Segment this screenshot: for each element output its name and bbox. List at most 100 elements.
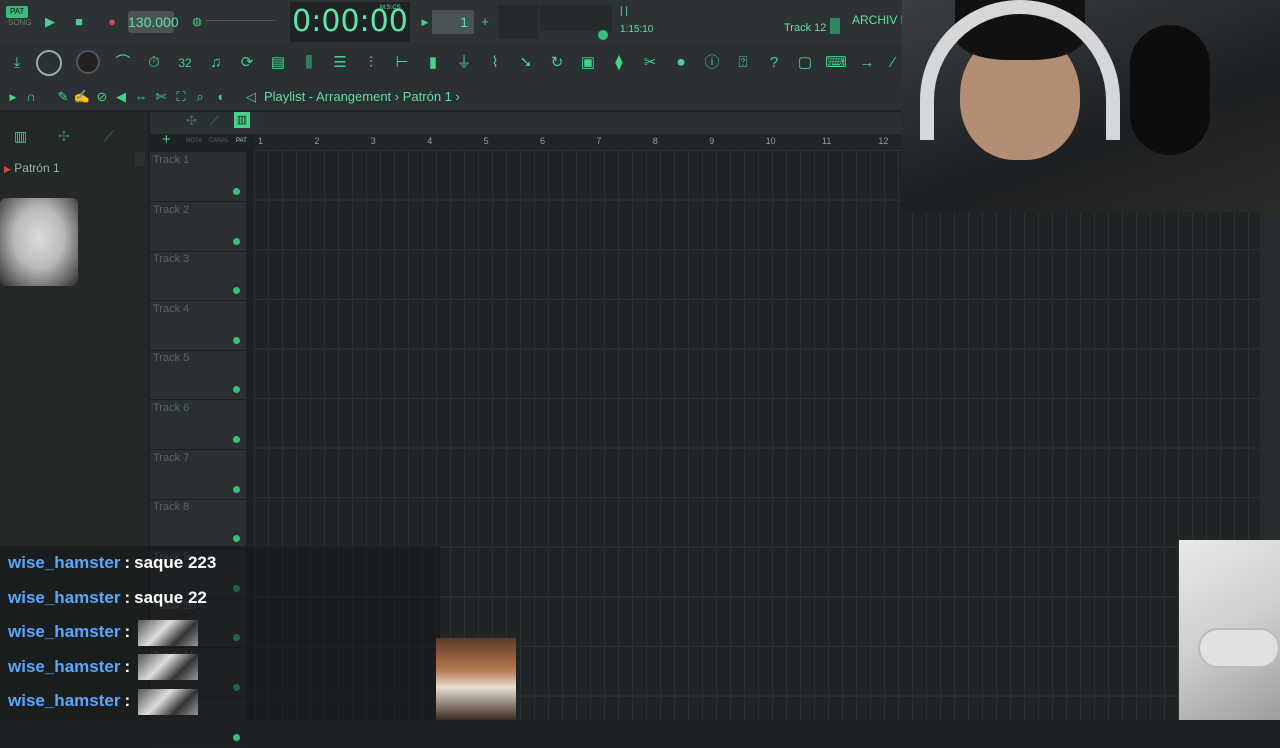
breadcrumb-root[interactable]: Playlist - Arrangement: [264, 89, 391, 104]
playlist-icon[interactable]: ▤: [267, 52, 289, 74]
counter-icon[interactable]: 32: [174, 52, 196, 74]
ruler-bar-number: 11: [822, 136, 832, 146]
scroll-left-icon[interactable]: ‹: [258, 114, 261, 125]
refresh-icon[interactable]: ↻: [546, 52, 568, 74]
breadcrumb-item[interactable]: Patrón 1: [403, 89, 452, 104]
stop-button[interactable]: ■: [68, 11, 90, 33]
master-pitch-knob[interactable]: ◍: [186, 11, 208, 33]
pat-tab[interactable]: PAT: [236, 138, 247, 144]
broom-icon[interactable]: ⌇: [484, 52, 506, 74]
download-icon[interactable]: ⤓: [6, 52, 28, 74]
track-mute-led-icon[interactable]: [233, 386, 240, 394]
playback-icon[interactable]: ◖: [211, 88, 229, 106]
pattern-selector[interactable]: 1: [432, 10, 474, 34]
canal-tab[interactable]: CANAL: [209, 138, 229, 144]
audio-tab-icon[interactable]: ✣: [58, 128, 70, 145]
chat-message: wise_hamster:: [8, 652, 199, 682]
question-icon[interactable]: ?: [763, 52, 785, 74]
nota-tab[interactable]: NOTA: [186, 138, 202, 144]
piano-icon[interactable]: ♫: [205, 52, 227, 74]
track-label: Track 12: [784, 22, 827, 34]
pattern-list-item[interactable]: ▶ Patrón 1: [4, 161, 60, 175]
song-label[interactable]: SONG: [6, 18, 32, 27]
delete-icon[interactable]: ⊘: [93, 88, 111, 106]
master-volume-knob[interactable]: [36, 50, 62, 76]
mic-icon[interactable]: ⏺: [670, 52, 692, 74]
track-mute-led-icon[interactable]: [233, 336, 240, 344]
track-name: Track 1: [153, 154, 190, 166]
track-header[interactable]: Track 4: [150, 301, 246, 351]
arrow-right-icon[interactable]: →: [856, 52, 878, 74]
track-header[interactable]: Track 3: [150, 251, 246, 302]
track-mute-led-icon[interactable]: [233, 485, 240, 493]
play-button[interactable]: ▶: [39, 11, 61, 33]
track-mute-led-icon[interactable]: [233, 287, 240, 295]
magnet-icon[interactable]: ∩: [22, 88, 40, 106]
pat-song-toggle[interactable]: PAT SONG: [6, 6, 34, 36]
slice-icon[interactable]: ✄: [152, 88, 170, 106]
keyboard-icon[interactable]: ⌨: [825, 52, 847, 74]
master-volume-slider[interactable]: [206, 20, 276, 21]
track-mute-led-icon[interactable]: [233, 733, 240, 741]
channel-rack-icon[interactable]: ☰: [329, 52, 351, 74]
track-mute-led-icon[interactable]: [233, 535, 240, 543]
plug-icon[interactable]: ⏚: [453, 52, 475, 74]
pat-label[interactable]: PAT: [6, 6, 29, 18]
track-mute-led-icon[interactable]: [233, 237, 240, 245]
automation-tab-icon[interactable]: ⟋: [104, 128, 114, 145]
chat-emote-image: [138, 688, 199, 715]
snap-icon[interactable]: ⌒: [112, 52, 134, 74]
chat-emote-image: [138, 619, 199, 646]
info-icon[interactable]: ⓘ: [701, 52, 723, 74]
tempo-display[interactable]: 130.000: [128, 11, 179, 33]
save-icon[interactable]: ▣: [577, 52, 599, 74]
mixer-icon[interactable]: ⫼: [298, 52, 320, 74]
chat-message: wise_hamster:: [8, 686, 199, 716]
track-header[interactable]: Track 5: [150, 350, 246, 401]
track-mute-led-icon[interactable]: [233, 436, 240, 443]
track-header[interactable]: Track 2: [150, 202, 246, 252]
chat-message: wise_hamster:: [8, 617, 199, 647]
track-header[interactable]: Track 8: [150, 499, 246, 550]
pencil-icon[interactable]: ✎: [54, 88, 72, 106]
file-icon[interactable]: ▮: [422, 52, 444, 74]
paint-icon[interactable]: ✍: [73, 88, 91, 106]
speaker-icon[interactable]: ◁: [242, 88, 260, 106]
split-icon[interactable]: ⧫: [608, 52, 630, 74]
track-header[interactable]: Track 6: [150, 400, 246, 450]
master-pitch-knob-icon[interactable]: [76, 50, 100, 74]
mixer-faders-icon[interactable]: ⫶: [360, 52, 382, 74]
add-track-button[interactable]: +: [162, 131, 171, 148]
menu-arrow-icon[interactable]: ▶: [4, 88, 22, 106]
zoom-icon[interactable]: ⌕: [191, 88, 209, 106]
breadcrumb-end[interactable]: ›: [456, 89, 460, 104]
arrow-icon[interactable]: ➘: [515, 52, 537, 74]
piano-roll-tab-icon[interactable]: ▥: [14, 128, 27, 145]
plugin-picker-icon[interactable]: [830, 18, 840, 34]
browser-tree-icon[interactable]: ⊢: [391, 52, 413, 74]
ruler-bar-number: 9: [709, 136, 715, 146]
window-icon[interactable]: ▢: [794, 52, 816, 74]
track-header[interactable]: Track 7: [150, 450, 246, 500]
loop-icon[interactable]: ⟳: [236, 52, 258, 74]
hand-image: [1198, 628, 1280, 668]
audio-clip-icon[interactable]: ✣: [186, 113, 197, 129]
metronome-icon[interactable]: ⏱: [143, 52, 165, 74]
chat-username: wise_hamster: [8, 622, 121, 641]
track-mute-led-icon[interactable]: [233, 188, 240, 195]
browser-scroll-icon[interactable]: [135, 152, 145, 166]
select-icon[interactable]: ⛶: [172, 88, 190, 106]
automation-clip-icon[interactable]: ⟋: [210, 113, 219, 129]
tool-icon[interactable]: ⁄: [884, 52, 902, 74]
record-button[interactable]: ●: [101, 11, 123, 33]
ruler-bar-number: 3: [370, 136, 376, 146]
ruler-bar-number: 10: [765, 136, 776, 146]
pattern-clip-icon[interactable]: ▥: [234, 112, 250, 128]
cut-icon[interactable]: ✂: [639, 52, 661, 74]
slip-icon[interactable]: ⇔: [132, 88, 150, 106]
chat-text: saque 22: [134, 587, 207, 607]
add-pattern-button[interactable]: +: [474, 11, 496, 33]
mute-icon[interactable]: ◀: [112, 88, 130, 106]
help-bubble-icon[interactable]: ⍰: [732, 52, 754, 74]
track-header[interactable]: Track 1: [150, 152, 246, 202]
